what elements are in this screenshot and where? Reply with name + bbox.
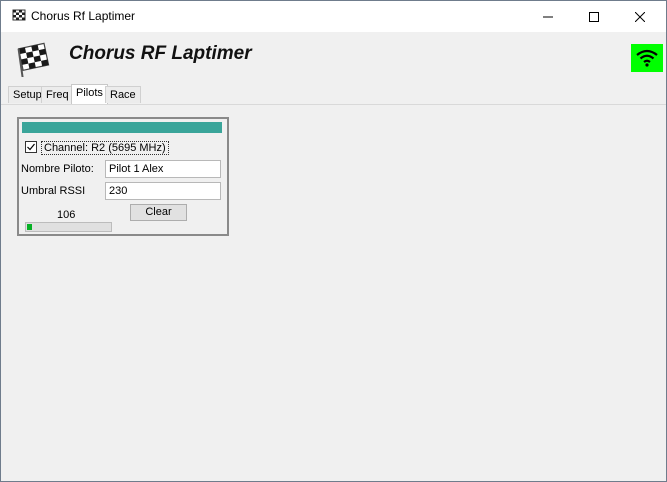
- connection-status[interactable]: [631, 44, 663, 72]
- close-button[interactable]: [617, 1, 663, 32]
- app-window: Chorus Rf Laptimer Chorus RF Laptimer Se…: [0, 0, 667, 482]
- close-icon: [635, 11, 645, 22]
- title-bar: Chorus Rf Laptimer: [1, 1, 666, 32]
- pilot-name-label: Nombre Piloto:: [21, 163, 94, 175]
- maximize-button[interactable]: [571, 1, 617, 32]
- tab-freq[interactable]: Freq: [41, 86, 74, 103]
- window-title: Chorus Rf Laptimer: [31, 9, 136, 23]
- minimize-icon: [543, 16, 553, 17]
- pilot-panel: Channel: R2 (5695 MHz) Nombre Piloto: Pi…: [17, 117, 229, 236]
- clear-button[interactable]: Clear: [130, 204, 187, 221]
- checkered-flag-logo-icon: [17, 42, 50, 77]
- rssi-threshold-label: Umbral RSSI: [21, 185, 86, 197]
- maximize-icon: [589, 11, 599, 22]
- tab-divider: [1, 104, 666, 105]
- pilot-name-input[interactable]: Pilot 1 Alex: [105, 160, 221, 178]
- minimize-button[interactable]: [525, 1, 571, 32]
- tab-race[interactable]: Race: [105, 86, 141, 103]
- checkmark-icon: [27, 143, 35, 151]
- channel-checkbox[interactable]: [25, 141, 37, 153]
- checkered-flag-icon: [12, 9, 26, 21]
- wifi-icon: [636, 49, 658, 67]
- app-header-title: Chorus RF Laptimer: [69, 43, 252, 64]
- pilot-color-bar: [22, 122, 222, 133]
- current-rssi-value: 106: [57, 209, 76, 221]
- rssi-meter: [25, 222, 112, 232]
- channel-label[interactable]: Channel: R2 (5695 MHz): [41, 141, 169, 155]
- rssi-threshold-input[interactable]: 230: [105, 182, 221, 200]
- rssi-meter-fill: [27, 224, 32, 230]
- tab-pilots[interactable]: Pilots: [71, 84, 108, 104]
